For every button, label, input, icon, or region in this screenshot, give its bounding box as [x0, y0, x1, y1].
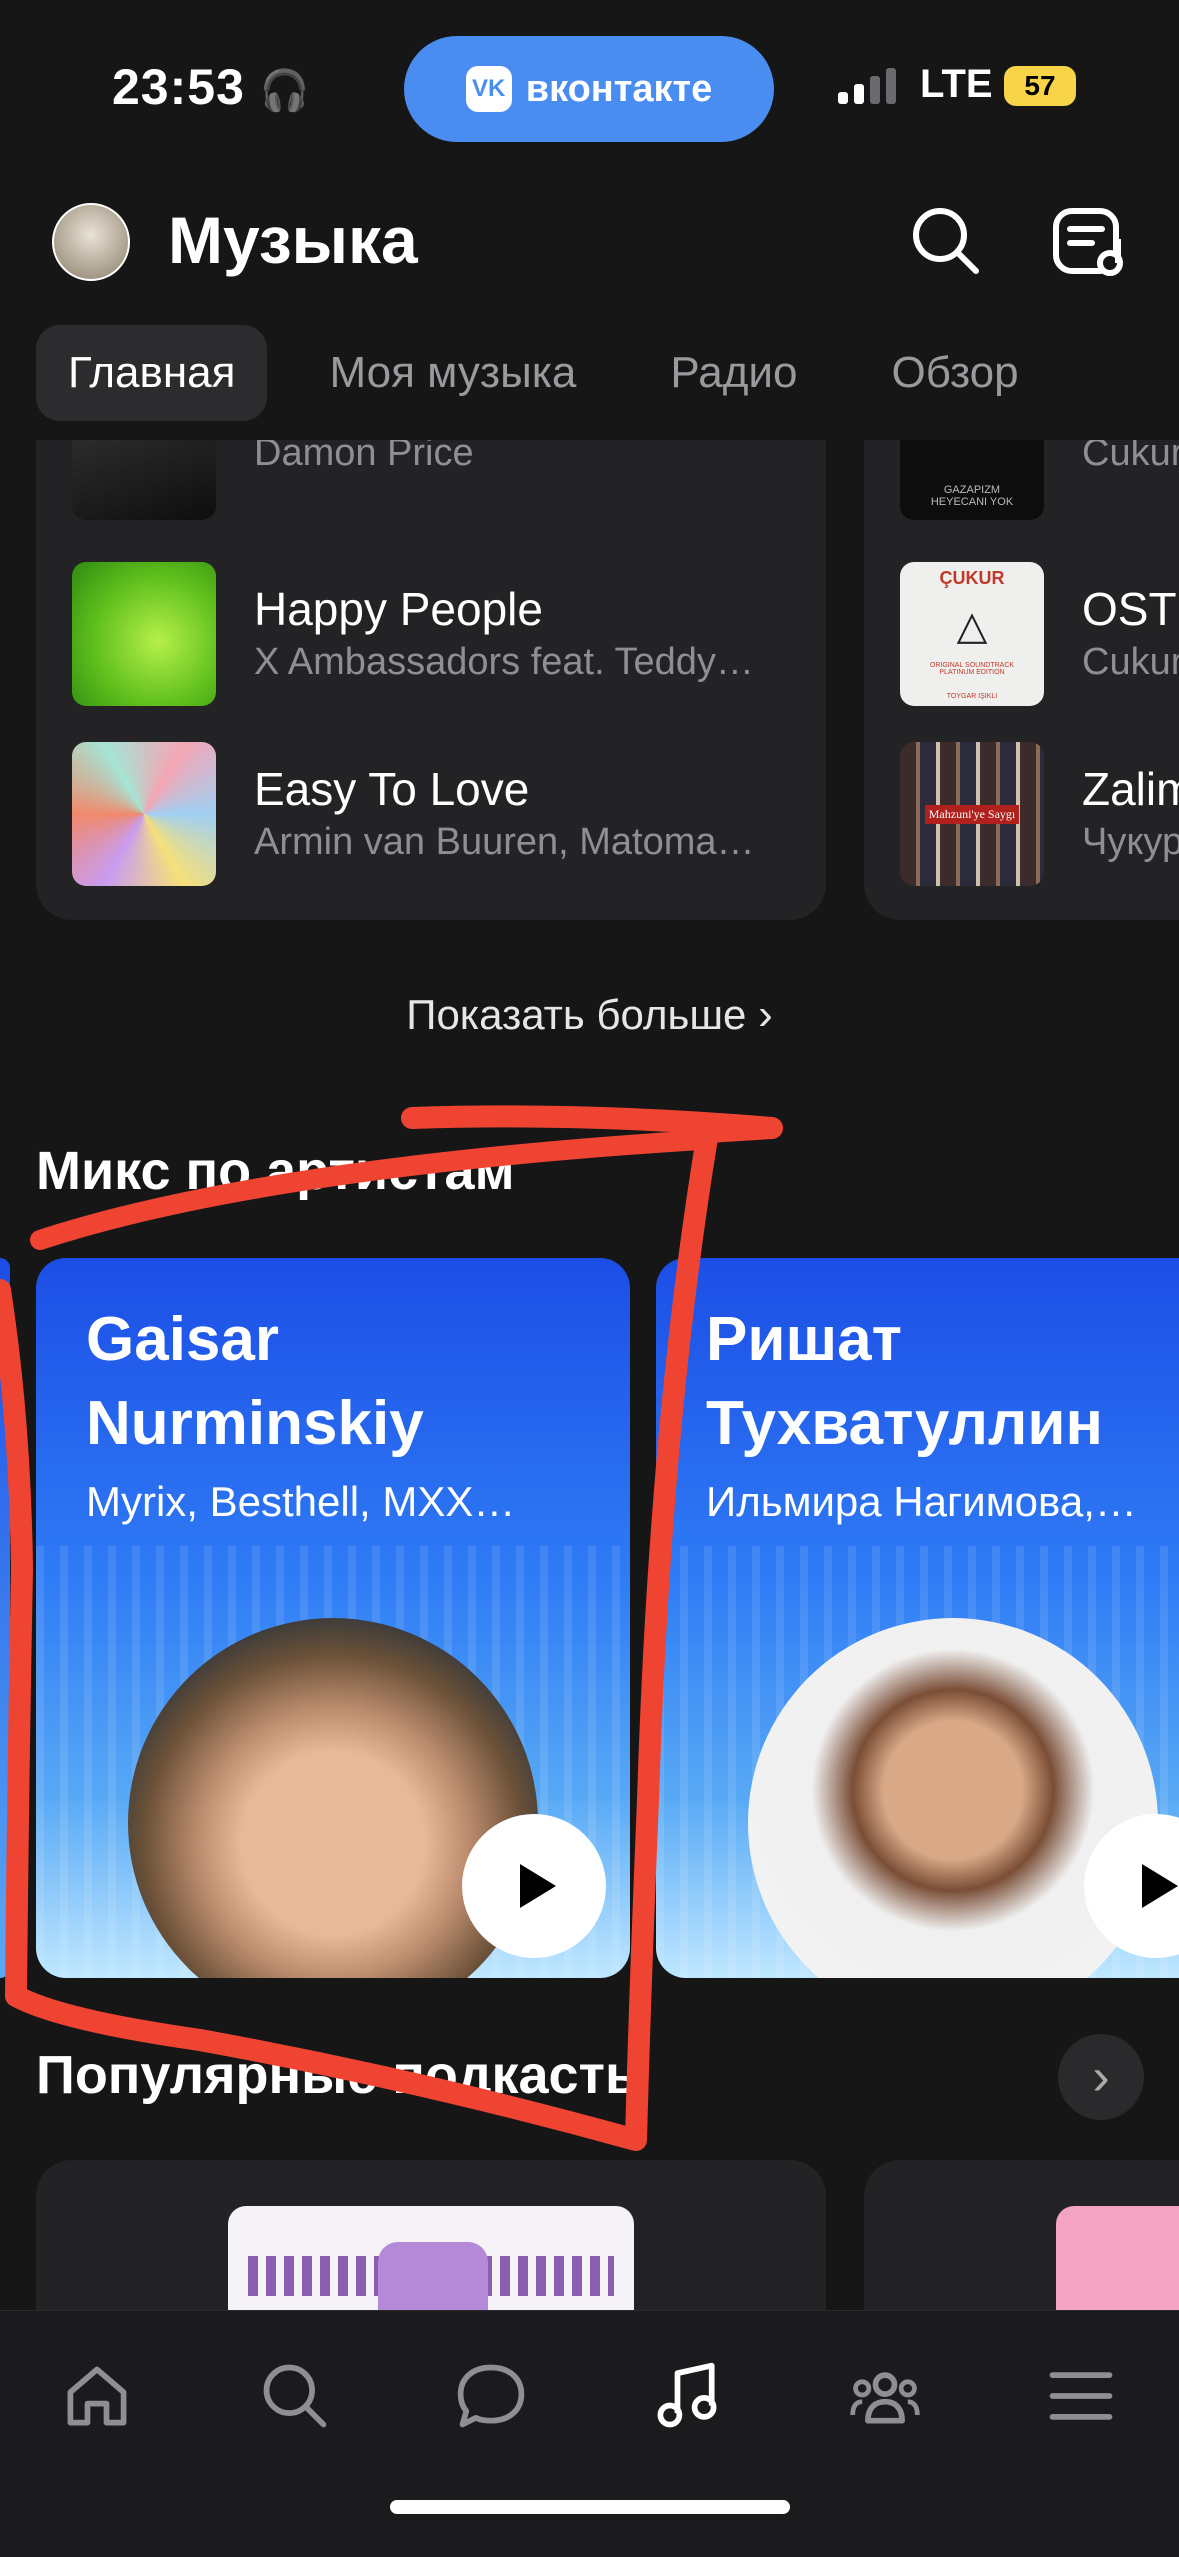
track-card-right: GAZAPIZM HEYECANI YOK Cukur ÇUKUR △ ORIG…: [864, 440, 1179, 920]
network-type: LTE: [920, 62, 993, 106]
mix-card[interactable]: Ришат Тухватуллин Ильмира Нагимова,…: [656, 1258, 1179, 1978]
track-row[interactable]: Mahzuni'ye Saygı Zalim Чукур: [900, 742, 1179, 886]
mix-artists: Myrix, Besthell, MXX…: [86, 1478, 516, 1525]
track-artist: Чукур: [1082, 821, 1179, 863]
track-cover: [72, 562, 216, 706]
search-button[interactable]: [910, 205, 982, 277]
mix-card-prev-edge[interactable]: [0, 1258, 10, 1978]
nav-messages[interactable]: [446, 2351, 536, 2441]
messages-icon: [457, 2364, 525, 2428]
track-row[interactable]: ÇUKUR △ ORIGINAL SOUNDTRACK PLATINUM EDI…: [900, 562, 1179, 706]
tab-my-music[interactable]: Моя музыка: [297, 325, 608, 421]
signal-icon: [838, 68, 896, 104]
show-more-button[interactable]: Показать больше ›: [0, 990, 1179, 1040]
track-cover: ÇUKUR △ ORIGINAL SOUNDTRACK PLATINUM EDI…: [900, 562, 1044, 706]
mix-card[interactable]: Gaisar Nurminskiy Myrix, Besthell, MXX…: [36, 1258, 630, 1978]
cukur-emblem-icon: △: [956, 603, 988, 648]
music-icon: [657, 2362, 717, 2428]
bottom-nav: [0, 2310, 1179, 2557]
track-row[interactable]: GAZAPIZM HEYECANI YOK Cukur: [900, 440, 1179, 520]
track-card-left: Damon Price Happy People X Ambassadors fe…: [36, 440, 826, 920]
track-cover: [72, 440, 216, 520]
tab-radio[interactable]: Радио: [638, 325, 829, 421]
track-artist: X Ambassadors feat. Teddy…: [254, 641, 754, 683]
track-artist: Armin van Buuren, Matoma…: [254, 821, 755, 863]
track-title: Easy To Love: [254, 763, 530, 815]
track-title: Zalim: [1082, 763, 1179, 815]
page-title: Музыка: [168, 203, 418, 277]
chevron-right-icon: ›: [1092, 2048, 1110, 2106]
mix-artists: Ильмира Нагимова,…: [706, 1478, 1137, 1525]
avatar[interactable]: [52, 203, 130, 281]
track-artist: Damon Price: [254, 440, 474, 474]
nav-search[interactable]: [250, 2351, 340, 2441]
popular-section-title: Популярные подкасты: [36, 2045, 652, 2105]
mix-section-title: Микс по артистам: [36, 1141, 515, 1201]
vk-pill-label: вконтакте: [525, 67, 713, 110]
home-indicator: [390, 2500, 790, 2514]
mix-title: Ришат Тухватуллин: [706, 1305, 1103, 1458]
track-cover: [72, 742, 216, 886]
playlist-button[interactable]: [1052, 203, 1128, 279]
nav-home[interactable]: [52, 2351, 142, 2441]
search-icon: [263, 2364, 327, 2428]
nav-friends[interactable]: [840, 2351, 930, 2441]
track-cover: GAZAPIZM HEYECANI YOK: [900, 440, 1044, 520]
nav-menu[interactable]: [1036, 2351, 1126, 2441]
chevron-right-icon: ›: [758, 990, 773, 1039]
track-artist: Cukur: [1082, 440, 1179, 474]
track-cover: Mahzuni'ye Saygı: [900, 742, 1044, 886]
nav-music[interactable]: [642, 2351, 732, 2441]
mix-title: Gaisar Nurminskiy: [86, 1305, 424, 1458]
vk-logo-icon: VK: [465, 66, 512, 112]
track-title: Happy People: [254, 583, 543, 635]
track-row[interactable]: Easy To Love Armin van Buuren, Matoma…: [72, 742, 755, 886]
track-row[interactable]: Damon Price: [72, 440, 474, 520]
vk-pill-button[interactable]: VK вконтакте: [404, 36, 774, 142]
track-artist: Cukur: [1082, 641, 1179, 683]
battery-icon: 57: [1004, 66, 1076, 106]
headphones-icon: 🎧: [259, 69, 311, 113]
play-icon: [1142, 1864, 1178, 1908]
tab-bar: Главная Моя музыка Радио Обзор: [36, 325, 1081, 421]
tab-main[interactable]: Главная: [36, 325, 268, 421]
menu-icon: [1049, 2372, 1113, 2420]
track-title: OST: [1082, 583, 1177, 635]
popular-more-button[interactable]: ›: [1058, 2034, 1144, 2120]
playlist-icon: [1053, 208, 1123, 276]
tab-overview[interactable]: Обзор: [859, 325, 1050, 421]
play-icon: [520, 1864, 556, 1908]
play-button[interactable]: [462, 1814, 606, 1958]
friends-icon: [850, 2372, 920, 2424]
track-row[interactable]: Happy People X Ambassadors feat. Teddy…: [72, 562, 754, 706]
status-time: 23:53 🎧: [112, 59, 311, 115]
search-icon: [913, 208, 979, 274]
home-icon: [67, 2366, 127, 2426]
